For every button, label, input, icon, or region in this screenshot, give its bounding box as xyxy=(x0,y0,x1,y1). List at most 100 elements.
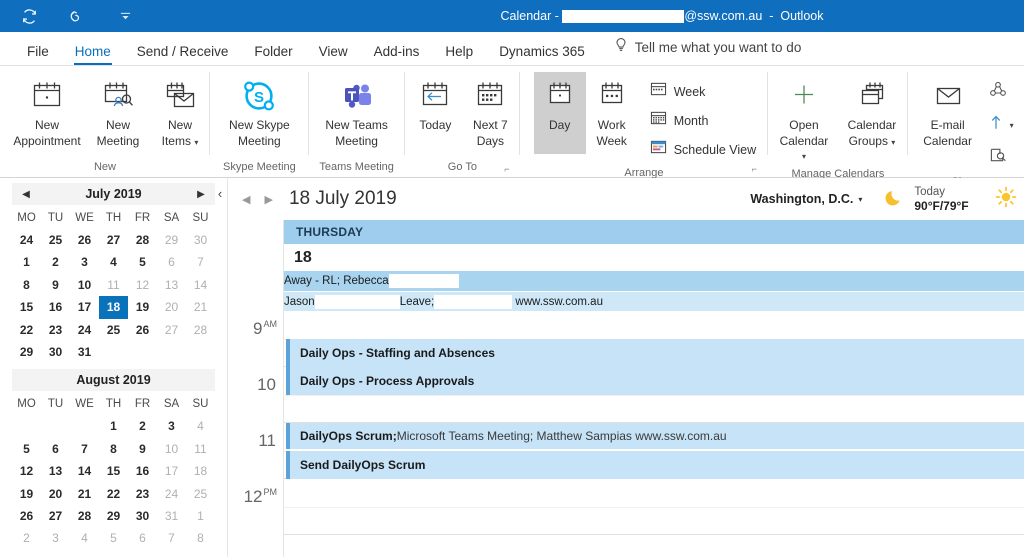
tab-home[interactable]: Home xyxy=(62,45,124,66)
mini-day[interactable]: 22 xyxy=(99,483,128,505)
mini-day[interactable]: 30 xyxy=(186,229,215,251)
mini-day[interactable]: 8 xyxy=(12,274,41,296)
mini-day[interactable]: 2 xyxy=(12,527,41,549)
today-button[interactable]: Today xyxy=(407,72,463,132)
mini-day[interactable]: 5 xyxy=(128,251,157,273)
mini-day[interactable]: 26 xyxy=(70,229,99,251)
mini-day[interactable]: 17 xyxy=(157,460,186,482)
mini-day[interactable]: 4 xyxy=(186,415,215,437)
mini-day[interactable]: 13 xyxy=(157,274,186,296)
mini-day[interactable]: 9 xyxy=(128,438,157,460)
calendar-event-dailyops-scrum[interactable]: DailyOps Scrum; Microsoft Teams Meeting;… xyxy=(286,423,1024,449)
mini-day[interactable]: 12 xyxy=(128,274,157,296)
open-calendar-button[interactable]: Open Calendar ▾ xyxy=(770,72,838,164)
mini-day[interactable]: 1 xyxy=(99,415,128,437)
mini-day[interactable]: 31 xyxy=(70,341,99,363)
mini-day[interactable]: 4 xyxy=(99,251,128,273)
customize-quick-access-toolbar-icon[interactable] xyxy=(114,5,136,27)
calendar-event-send-dailyops-scrum[interactable]: Send DailyOps Scrum xyxy=(286,451,1024,479)
previous-day-arrow-icon[interactable]: ◀ xyxy=(242,193,250,206)
month-view-button[interactable]: Month xyxy=(646,107,760,134)
mini-day[interactable]: 28 xyxy=(128,229,157,251)
mini-day[interactable]: 9 xyxy=(41,274,70,296)
mini-day[interactable]: 15 xyxy=(99,460,128,482)
mini-day[interactable]: 27 xyxy=(99,229,128,251)
previous-month-arrow-icon[interactable]: ◀ xyxy=(20,189,32,200)
mini-day[interactable]: 3 xyxy=(70,251,99,273)
mini-day[interactable]: 20 xyxy=(157,296,186,318)
mini-day[interactable] xyxy=(41,415,70,437)
mini-day[interactable]: 23 xyxy=(41,319,70,341)
weather-entry-tomorrow[interactable]: To 96 xyxy=(995,185,1024,213)
mini-day[interactable]: 5 xyxy=(12,438,41,460)
mini-day[interactable] xyxy=(128,341,157,363)
mini-day[interactable]: 11 xyxy=(99,274,128,296)
mini-day[interactable]: 30 xyxy=(41,341,70,363)
hour-slot-12pm[interactable] xyxy=(284,479,1024,535)
tab-help[interactable]: Help xyxy=(432,45,486,66)
calendar-event-daily-ops-staffing[interactable]: Daily Ops - Staffing and Absences xyxy=(286,339,1024,367)
mini-day[interactable]: 6 xyxy=(41,438,70,460)
mini-day[interactable]: 14 xyxy=(186,274,215,296)
mini-day[interactable]: 24 xyxy=(70,319,99,341)
mini-day[interactable]: 29 xyxy=(12,341,41,363)
tab-send-receive[interactable]: Send / Receive xyxy=(124,45,242,66)
new-items-button[interactable]: New Items ▾ xyxy=(150,72,210,150)
mini-day[interactable]: 10 xyxy=(157,438,186,460)
next-day-arrow-icon[interactable]: ▶ xyxy=(264,193,272,206)
mini-day[interactable]: 10 xyxy=(70,274,99,296)
mini-day[interactable]: 4 xyxy=(70,527,99,549)
mini-day[interactable]: 26 xyxy=(12,505,41,527)
mini-day[interactable]: 2 xyxy=(128,415,157,437)
share-calendar-button[interactable] xyxy=(985,78,1018,106)
mini-day[interactable]: 2 xyxy=(41,251,70,273)
tab-file[interactable]: File xyxy=(14,45,62,66)
mini-day[interactable]: 14 xyxy=(70,460,99,482)
mini-day[interactable]: 7 xyxy=(70,438,99,460)
schedule-view-button[interactable]: Schedule View xyxy=(646,136,760,163)
weather-entry-today[interactable]: Today 90°F/79°F xyxy=(884,185,968,213)
mini-day[interactable]: 24 xyxy=(157,483,186,505)
mini-day[interactable]: 3 xyxy=(157,415,186,437)
mini-day[interactable]: 11 xyxy=(186,438,215,460)
mini-day[interactable]: 3 xyxy=(41,527,70,549)
all-day-event-leave[interactable]: JasonLeave; www.ssw.com.au xyxy=(284,291,1024,311)
mini-day[interactable]: 6 xyxy=(157,251,186,273)
calendar-event-daily-ops-process-approvals[interactable]: Daily Ops - Process Approvals xyxy=(286,367,1024,395)
mini-day[interactable]: 7 xyxy=(157,527,186,549)
tab-view[interactable]: View xyxy=(306,45,361,66)
new-meeting-button[interactable]: New Meeting xyxy=(86,72,150,148)
mini-day[interactable]: 24 xyxy=(12,229,41,251)
mini-day[interactable]: 21 xyxy=(186,296,215,318)
mini-day[interactable]: 13 xyxy=(41,460,70,482)
weather-location[interactable]: Washington, D.C. ▾ xyxy=(750,192,862,206)
tell-me-search[interactable]: Tell me what you want to do xyxy=(598,37,802,65)
day-view-button[interactable]: Day xyxy=(534,72,586,154)
mini-day[interactable]: 23 xyxy=(128,483,157,505)
mini-day[interactable] xyxy=(186,341,215,363)
new-skype-meeting-button[interactable]: S New Skype Meeting xyxy=(212,72,307,148)
mini-day[interactable] xyxy=(12,415,41,437)
calendar-groups-button[interactable]: Calendar Groups ▾ xyxy=(838,72,906,150)
week-view-button[interactable]: Week xyxy=(646,78,760,105)
tab-folder[interactable]: Folder xyxy=(241,45,305,66)
mini-day[interactable]: 19 xyxy=(128,296,157,318)
mini-day[interactable]: 8 xyxy=(99,438,128,460)
mini-day[interactable]: 26 xyxy=(128,319,157,341)
calendar-permissions-button[interactable] xyxy=(985,144,1018,172)
mini-day[interactable]: 25 xyxy=(99,319,128,341)
mini-day[interactable]: 25 xyxy=(41,229,70,251)
mini-day[interactable]: 18 xyxy=(186,460,215,482)
mini-day[interactable]: 8 xyxy=(186,527,215,549)
next-7-days-button[interactable]: Next 7 Days xyxy=(463,72,517,148)
mini-day-selected[interactable]: 18 xyxy=(99,296,128,318)
all-day-event-away[interactable]: Away - RL; Rebecca xyxy=(284,271,1024,291)
mini-day[interactable]: 25 xyxy=(186,483,215,505)
mini-day[interactable]: 21 xyxy=(70,483,99,505)
next-month-arrow-icon[interactable]: ▶ xyxy=(195,189,207,200)
mini-day[interactable]: 20 xyxy=(41,483,70,505)
mini-day[interactable]: 30 xyxy=(128,505,157,527)
send-receive-all-icon[interactable] xyxy=(18,5,40,27)
mini-day[interactable]: 1 xyxy=(12,251,41,273)
mini-day[interactable]: 27 xyxy=(157,319,186,341)
